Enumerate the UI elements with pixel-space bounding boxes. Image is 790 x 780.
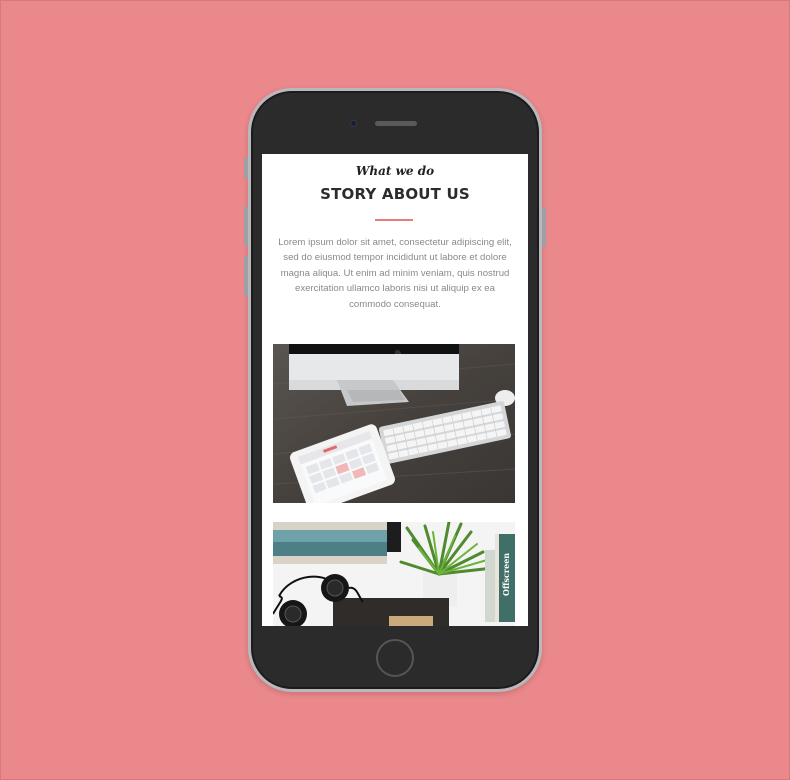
section-title: STORY ABOUT US <box>320 185 470 203</box>
volume-down-button <box>244 256 248 296</box>
speaker-grille <box>375 121 417 126</box>
mute-switch <box>244 157 248 179</box>
book-spine-text: Offscreen <box>501 553 511 596</box>
title-divider <box>375 219 413 221</box>
volume-up-button <box>244 206 248 246</box>
headphones-plant-book-image: Offscreen <box>273 522 515 626</box>
power-button <box>542 207 546 247</box>
section-kicker: What we do <box>355 164 435 178</box>
phone-screen[interactable]: What we do STORY ABOUT US Lorem ipsum do… <box>262 154 528 626</box>
front-camera-icon <box>350 120 357 127</box>
phone-mockup: What we do STORY ABOUT US Lorem ipsum do… <box>244 88 546 692</box>
headphones-plant-photo[interactable]: Offscreen <box>273 522 515 626</box>
home-button[interactable] <box>376 639 414 677</box>
imac-keyboard-tablet-image <box>273 344 515 503</box>
section-description: Lorem ipsum dolor sit amet, consectetur … <box>278 237 512 310</box>
desk-workspace-photo[interactable] <box>273 344 515 503</box>
